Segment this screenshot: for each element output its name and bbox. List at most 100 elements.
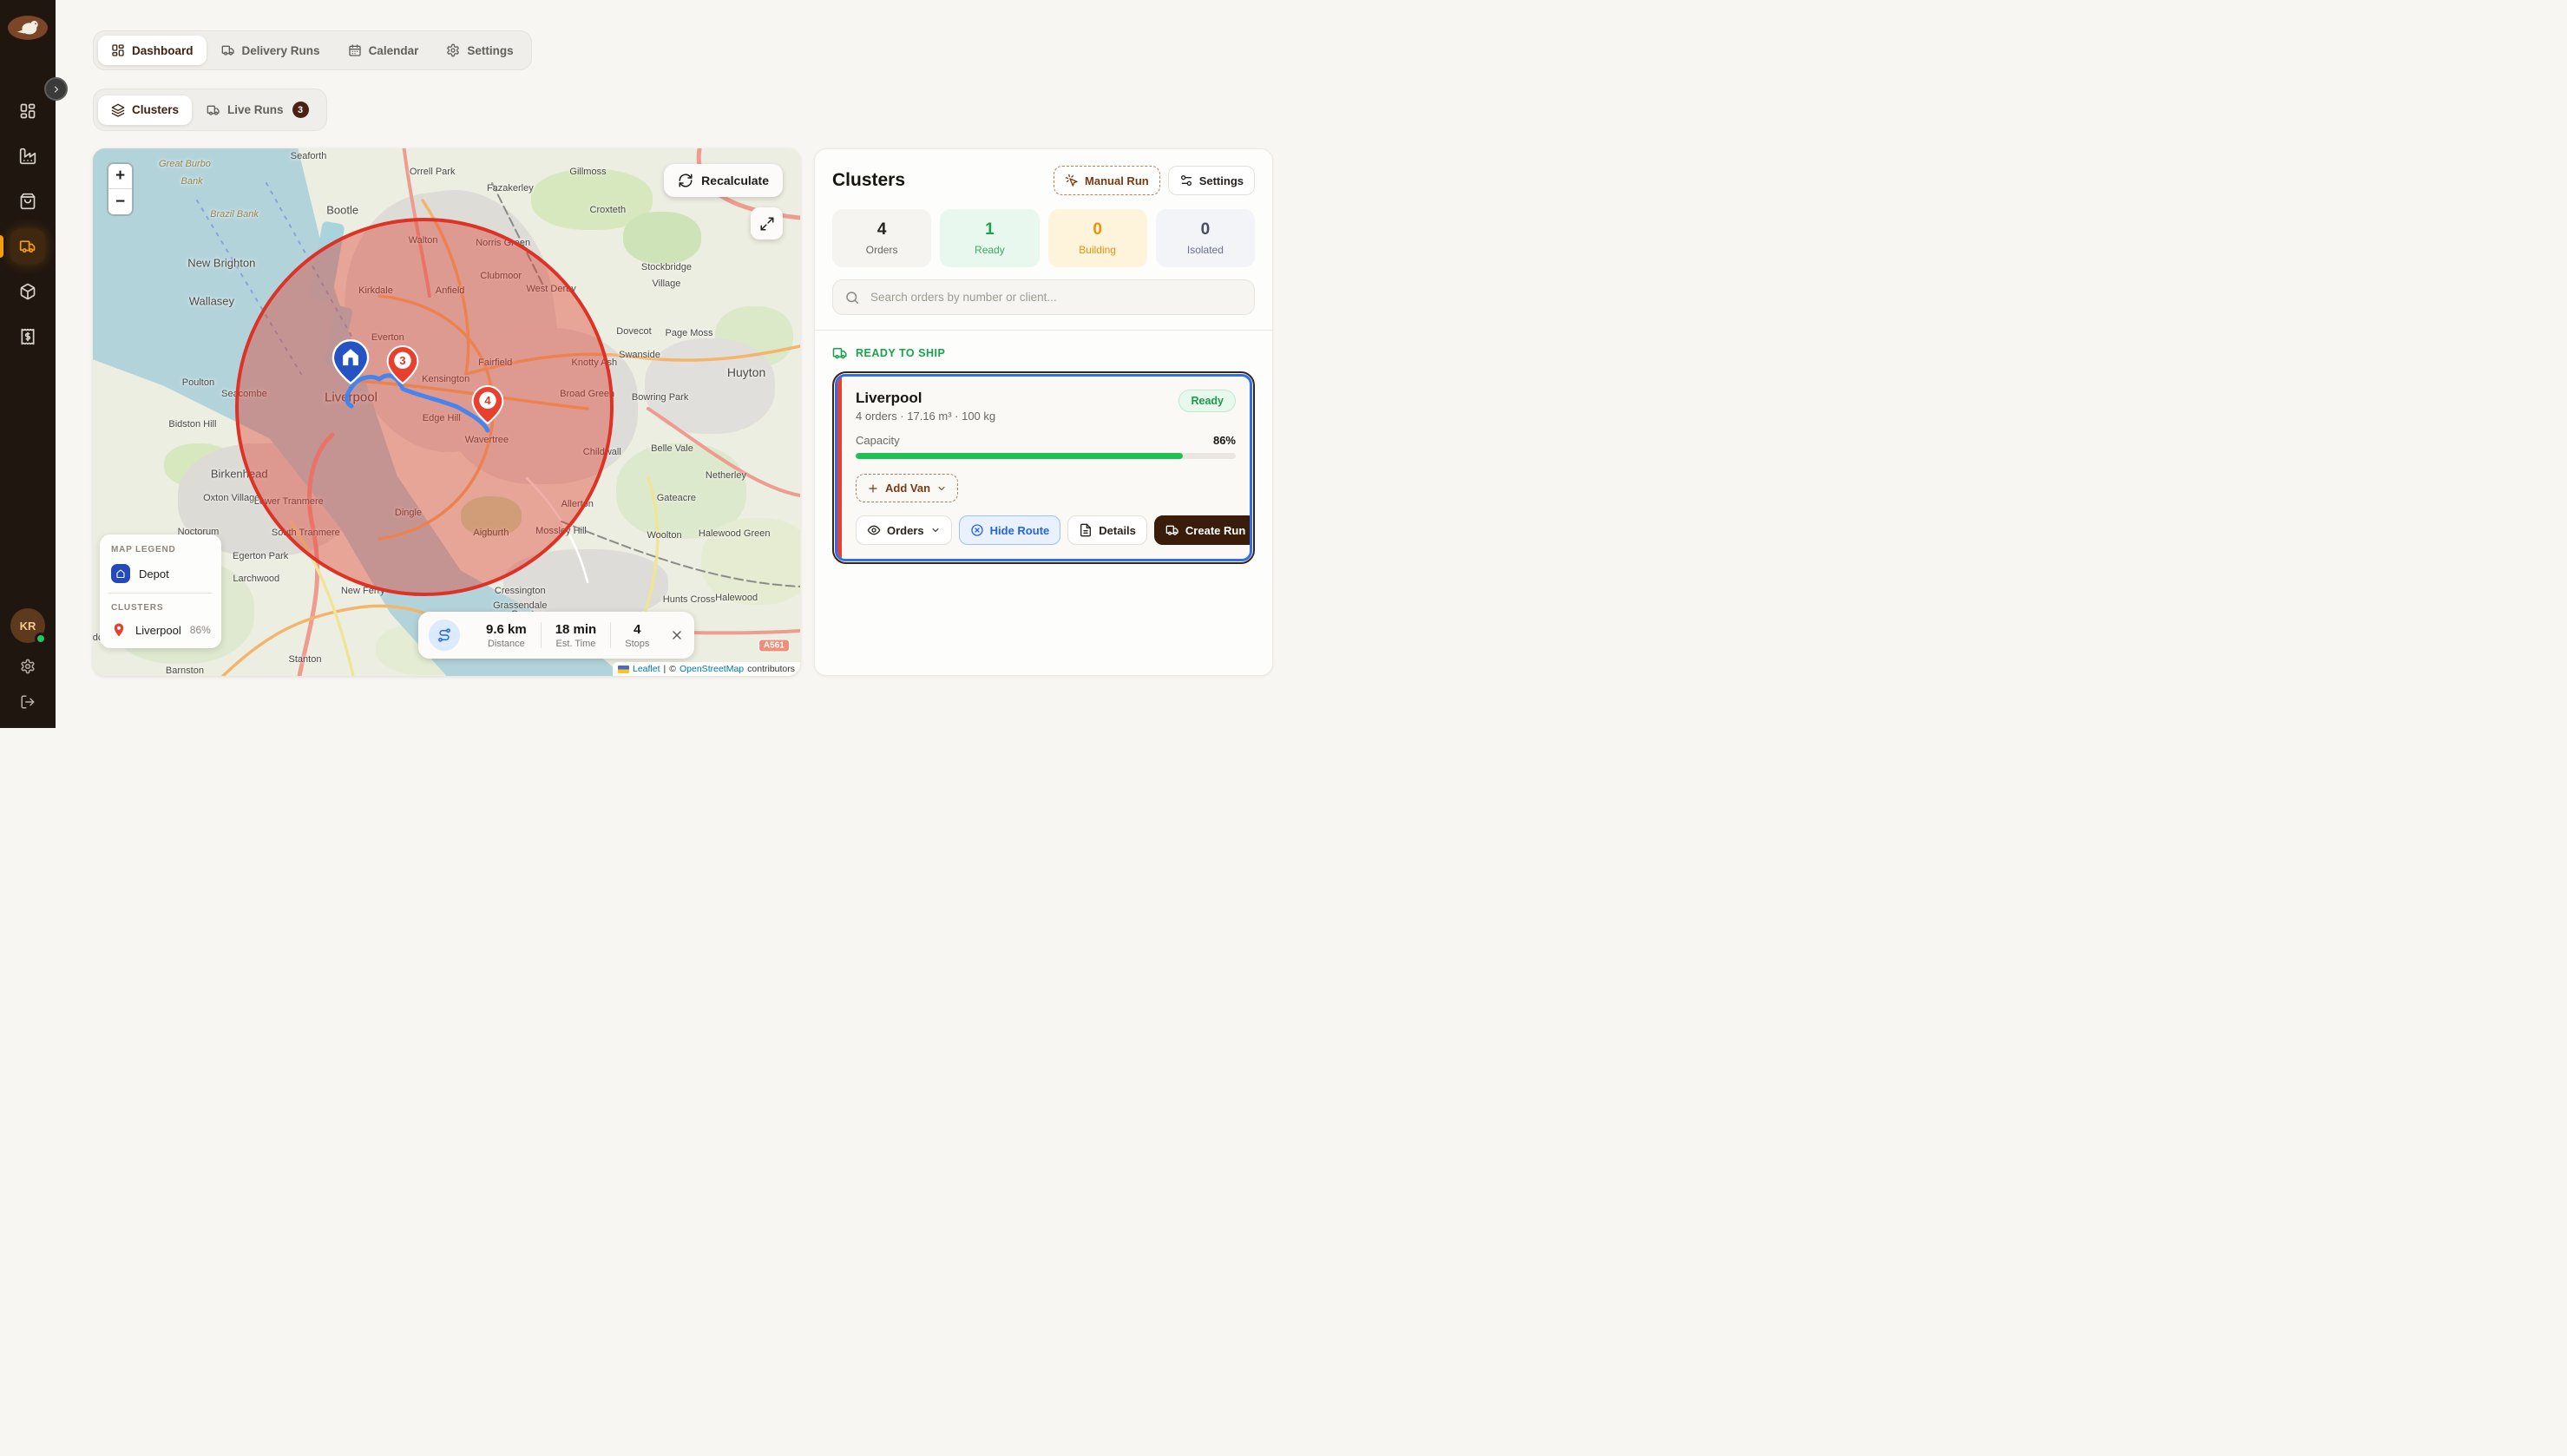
stat-orders: 4 Orders (832, 209, 931, 267)
stat-value: 0 (1054, 220, 1142, 239)
recalculate-button[interactable]: Recalculate (664, 164, 783, 197)
panel-settings-button[interactable]: Settings (1168, 166, 1255, 195)
sidebar-settings[interactable] (20, 659, 36, 679)
stat-ready: 1 Ready (940, 209, 1039, 267)
leaflet-link[interactable]: Leaflet (633, 664, 660, 674)
sidebar: KR (0, 0, 56, 728)
app-logo-beaver[interactable] (8, 16, 48, 40)
map-pin-icon (111, 622, 127, 638)
sidebar-item-dashboard[interactable] (10, 94, 45, 128)
recalculate-label: Recalculate (701, 174, 769, 187)
sidebar-item-inventory[interactable] (10, 274, 45, 309)
create-run-label: Create Run (1185, 524, 1245, 537)
zoom-out-button[interactable]: − (108, 189, 132, 214)
top-nav: Dashboard Delivery Runs Calendar Setting… (93, 30, 532, 70)
gear-icon (446, 43, 460, 57)
route-summary-bar: 9.6 km Distance 18 min Est. Time 4 Stops (418, 612, 694, 659)
sidebar-expand-button[interactable] (44, 77, 68, 101)
attribution-suffix: contributors (747, 664, 795, 674)
truck-icon (221, 43, 235, 57)
factory-icon (19, 148, 36, 165)
chevron-down-icon (930, 525, 941, 535)
shopping-bag-icon (19, 193, 36, 210)
online-status-dot (35, 633, 47, 645)
sidebar-item-orders[interactable] (10, 184, 45, 219)
sidebar-item-production[interactable] (10, 139, 45, 174)
route-icon (429, 620, 460, 651)
tab-label: Calendar (369, 44, 419, 57)
manual-run-label: Manual Run (1085, 174, 1149, 187)
file-text-icon (1079, 523, 1093, 537)
tab-dashboard[interactable]: Dashboard (98, 36, 207, 65)
distance-label: Distance (486, 639, 527, 649)
details-button[interactable]: Details (1067, 515, 1147, 545)
stat-value: 0 (1161, 220, 1250, 239)
tab-live-runs[interactable]: Live Runs 3 (194, 94, 322, 126)
stat-label: Building (1054, 244, 1142, 256)
stops-label: Stops (625, 639, 649, 649)
layers-icon (111, 103, 125, 117)
ukraine-flag-icon (618, 666, 629, 673)
dashboard-icon (19, 102, 36, 120)
close-route-bar-button[interactable] (670, 628, 684, 642)
legend-cluster-pct: 86% (190, 624, 211, 636)
orders-dropdown-button[interactable]: Orders (856, 515, 952, 545)
create-run-button[interactable]: Create Run (1154, 515, 1252, 545)
sidebar-logout[interactable] (20, 694, 36, 714)
sidebar-item-billing[interactable] (10, 319, 45, 354)
map-zoom-control: + − (107, 162, 134, 216)
tab-calendar[interactable]: Calendar (335, 36, 432, 65)
sliders-icon (1179, 174, 1193, 187)
add-van-button[interactable]: Add Van (856, 474, 958, 502)
plus-icon (867, 482, 879, 495)
stops-value: 4 (625, 622, 649, 637)
search-input[interactable] (869, 290, 1243, 305)
osm-link[interactable]: OpenStreetMap (680, 664, 744, 674)
tab-clusters[interactable]: Clusters (98, 95, 192, 125)
maximize-icon (759, 216, 775, 232)
stat-building: 0 Building (1048, 209, 1147, 267)
map-attribution: Leaflet | © OpenStreetMap contributors (613, 662, 800, 676)
view-tabs: Clusters Live Runs 3 (93, 89, 327, 131)
search-icon (844, 290, 860, 305)
stat-label: Ready (945, 244, 1034, 256)
tab-label: Clusters (132, 103, 179, 116)
stat-label: Orders (837, 244, 926, 256)
map-viewport[interactable]: SeaforthOrrell ParkGillmossFazakerleyBoo… (93, 148, 800, 676)
logout-icon (20, 694, 36, 710)
zoom-in-button[interactable]: + (108, 164, 132, 189)
legend-cluster-name: Liverpool (135, 624, 181, 637)
capacity-value: 86% (1213, 434, 1236, 447)
pointer-click-icon (1065, 174, 1079, 187)
manual-run-button[interactable]: Manual Run (1054, 166, 1160, 195)
status-badge: Ready (1178, 390, 1236, 412)
hide-route-label: Hide Route (990, 524, 1050, 537)
depot-marker[interactable] (332, 339, 370, 389)
capacity-label: Capacity (856, 434, 900, 447)
dashboard-icon (111, 43, 125, 57)
stat-value: 4 (837, 220, 926, 239)
stat-label: Isolated (1161, 244, 1250, 256)
stop-marker-3[interactable]: 3 (386, 345, 418, 389)
tab-settings[interactable]: Settings (433, 36, 526, 65)
package-icon (19, 283, 36, 300)
attribution-separator: | (664, 664, 666, 674)
expand-map-button[interactable] (751, 207, 783, 239)
user-initials: KR (20, 620, 36, 633)
stop-marker-4[interactable]: 4 (471, 385, 503, 429)
time-value: 18 min (555, 622, 597, 637)
tab-delivery-runs[interactable]: Delivery Runs (208, 36, 333, 65)
user-avatar[interactable]: KR (10, 608, 45, 643)
route-icon (437, 627, 452, 643)
sidebar-footer: KR (10, 608, 45, 728)
legend-divider (108, 593, 213, 594)
main-content: Dashboard Delivery Runs Calendar Setting… (56, 0, 1284, 728)
legend-title: MAP LEGEND (111, 545, 210, 554)
tab-label: Dashboard (132, 44, 194, 57)
hide-route-button[interactable]: Hide Route (959, 515, 1061, 545)
settings-label: Settings (1199, 174, 1244, 187)
cluster-card-liverpool[interactable]: Liverpool 4 orders · 17.16 m³ · 100 kg R… (832, 371, 1255, 564)
refresh-icon (678, 173, 693, 188)
chevron-down-icon (936, 483, 947, 494)
sidebar-item-delivery[interactable] (10, 229, 45, 264)
